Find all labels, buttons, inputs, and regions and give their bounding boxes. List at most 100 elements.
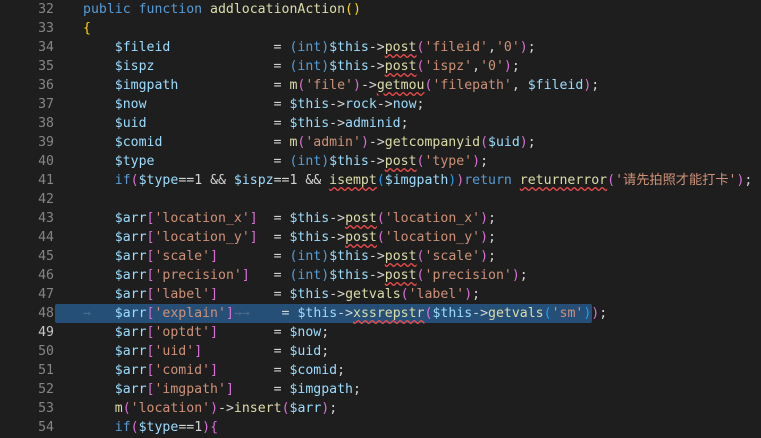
code-line[interactable]: 40 $type = (int)$this->post('type'); bbox=[0, 152, 761, 171]
code-text: $arr['imgpath'] = $imgpath; bbox=[54, 380, 761, 399]
code-token: ) bbox=[353, 78, 361, 93]
code-token: $arr bbox=[114, 230, 147, 245]
code-token: 'location_x' bbox=[154, 211, 250, 226]
code-line[interactable]: 36 $imgpath = m('file')->getmou('filepat… bbox=[0, 76, 761, 95]
code-token: = bbox=[146, 116, 290, 131]
code-token: () bbox=[345, 2, 361, 17]
code-token: ] bbox=[225, 306, 234, 321]
code-line[interactable]: 38 $uid = $this->adminid; bbox=[0, 114, 761, 133]
code-token: { bbox=[210, 420, 219, 435]
code-token: ( bbox=[376, 173, 385, 188]
code-line[interactable]: 41 if($type==1 && $ispz==1 && isempt($im… bbox=[0, 171, 761, 190]
code-token: ; bbox=[488, 249, 496, 264]
line-number: 54 bbox=[38, 420, 54, 435]
code-line[interactable]: 33 { bbox=[0, 19, 761, 38]
code-token: ] bbox=[210, 249, 219, 264]
code-token: ; bbox=[744, 173, 753, 188]
code-token: $arr bbox=[114, 306, 147, 321]
code-token: 'precision' bbox=[424, 268, 512, 283]
code-line[interactable]: 50 $arr['uid'] = $uid; bbox=[0, 342, 761, 361]
code-token: $comid bbox=[289, 363, 338, 378]
line-number: 46 bbox=[38, 268, 54, 283]
code-line[interactable]: 53 m('location')->insert($arr); bbox=[0, 399, 761, 418]
code-token: ; bbox=[527, 135, 536, 150]
code-token: $uid bbox=[488, 135, 520, 150]
code-line[interactable]: 48 → $arr['explain']→→ = $this->xssrepstr… bbox=[0, 304, 761, 323]
code-token: ; bbox=[329, 401, 338, 416]
code-line[interactable]: 34 $fileid = (int)$this->post('fileid','… bbox=[0, 38, 761, 57]
code-editor[interactable]: 32 public function addlocationAction() 33{… bbox=[0, 0, 761, 438]
code-token: xssrepstr bbox=[353, 306, 425, 321]
code-line[interactable]: 44 $arr['location_y'] = $this->post('loc… bbox=[0, 228, 761, 247]
code-token: ; bbox=[527, 40, 536, 55]
code-token: = bbox=[249, 268, 290, 283]
code-token: 'scale' bbox=[154, 249, 211, 264]
code-token: post bbox=[384, 268, 417, 283]
line-number: 40 bbox=[38, 154, 54, 169]
code-token: now bbox=[392, 97, 417, 112]
code-token: $this bbox=[289, 287, 330, 302]
code-line[interactable]: 32 public function addlocationAction() bbox=[0, 0, 761, 19]
code-token: 'location_y' bbox=[154, 230, 250, 245]
code-text: $arr['location_y'] = $this->post('locati… bbox=[54, 228, 761, 247]
code-token: ] bbox=[225, 382, 234, 397]
code-line[interactable]: 52 $arr['imgpath'] = $imgpath; bbox=[0, 380, 761, 399]
code-line[interactable]: 46 $arr['precision'] = (int)$this->post(… bbox=[0, 266, 761, 285]
code-token: 'comid' bbox=[154, 363, 211, 378]
code-token: ) bbox=[480, 211, 489, 226]
code-token: insert bbox=[233, 401, 282, 416]
code-token: (int) bbox=[289, 59, 330, 74]
code-text: $uid = $this->adminid; bbox=[54, 114, 761, 133]
code-line[interactable]: 43 $arr['location_x'] = $this->post('loc… bbox=[0, 209, 761, 228]
code-token: ) bbox=[464, 287, 473, 302]
code-token: 'label' bbox=[408, 287, 465, 302]
line-number: 49 bbox=[38, 325, 54, 340]
code-token: $arr bbox=[114, 211, 147, 226]
code-token: ; bbox=[400, 116, 409, 131]
code-token: post bbox=[345, 230, 377, 245]
code-token: -> bbox=[368, 249, 385, 264]
code-token: { bbox=[83, 21, 91, 36]
code-token: -> bbox=[376, 97, 393, 112]
code-token: = bbox=[170, 40, 290, 55]
code-line[interactable]: 45 $arr['scale'] = (int)$this->post('sca… bbox=[0, 247, 761, 266]
code-line[interactable]: 51 $arr['comid'] = $comid; bbox=[0, 361, 761, 380]
code-line[interactable]: 42 bbox=[0, 190, 761, 209]
code-token: 'admin' bbox=[305, 135, 361, 150]
code-token: (int) bbox=[289, 249, 330, 264]
code-token: ; bbox=[416, 97, 425, 112]
code-token: $this bbox=[289, 230, 330, 245]
code-token: (int) bbox=[289, 154, 330, 169]
code-token: , bbox=[487, 40, 496, 55]
code-token: 'precision' bbox=[154, 268, 242, 283]
line-number: 50 bbox=[38, 344, 54, 359]
code-token: $imgpath bbox=[114, 78, 179, 93]
code-token: ] bbox=[249, 211, 258, 226]
code-line[interactable]: 47 $arr['label'] = $this->getvals('label… bbox=[0, 285, 761, 304]
code-token: 'filepath' bbox=[432, 78, 512, 93]
code-token: ( bbox=[416, 249, 425, 264]
code-token: 'ispz' bbox=[424, 59, 473, 74]
line-number: 41 bbox=[38, 173, 54, 188]
code-line[interactable]: 35 $ispz = (int)$this->post('ispz','0'); bbox=[0, 57, 761, 76]
code-token: -> bbox=[472, 306, 489, 321]
code-token: 'sm' bbox=[551, 306, 584, 321]
code-token: if bbox=[114, 173, 131, 188]
code-token: ( bbox=[376, 230, 385, 245]
code-token: (int) bbox=[289, 40, 330, 55]
code-line[interactable]: 39 $comid = m('admin')->getcompanyid($ui… bbox=[0, 133, 761, 152]
code-token: getmou bbox=[376, 78, 425, 93]
code-line[interactable]: 37 $now = $this->rock->now; bbox=[0, 95, 761, 114]
code-token: ( bbox=[480, 135, 489, 150]
code-text: { bbox=[54, 19, 761, 38]
line-number: 44 bbox=[38, 230, 54, 245]
code-line[interactable]: 49 $arr['optdt'] = $now; bbox=[0, 323, 761, 342]
code-line[interactable]: 54 if($type==1){ bbox=[0, 418, 761, 437]
